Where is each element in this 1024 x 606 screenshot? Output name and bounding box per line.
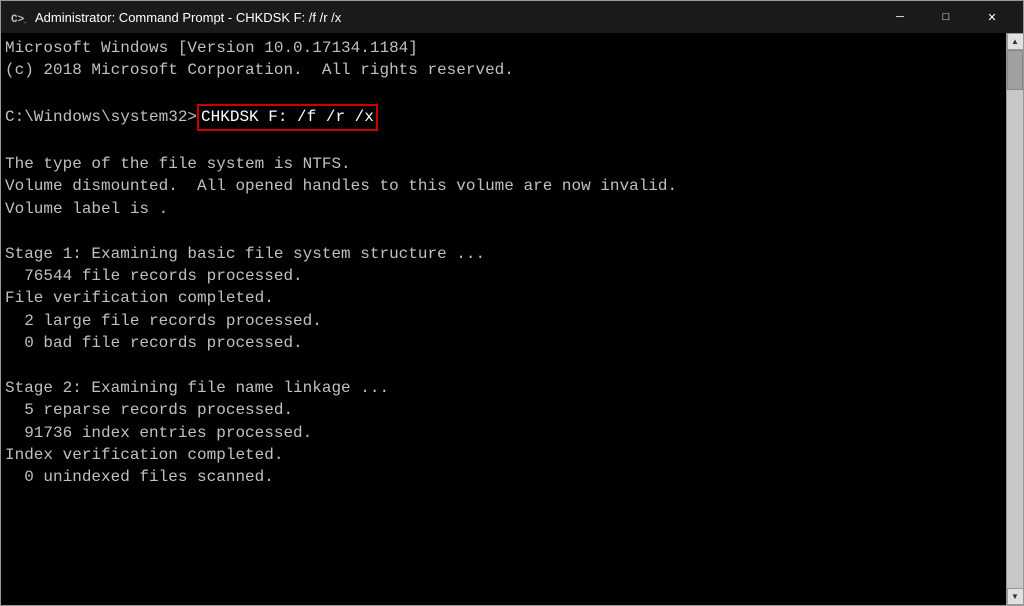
output-line-20: 0 unindexed files scanned. xyxy=(5,466,1002,488)
svg-text:C>_: C>_ xyxy=(11,14,26,25)
window-controls: ─ □ ✕ xyxy=(877,1,1015,33)
output-line-8: Volume label is . xyxy=(5,198,1002,220)
command-text: CHKDSK F: /f /r /x xyxy=(197,104,378,130)
scrollbar[interactable]: ▲ ▼ xyxy=(1006,33,1023,605)
output-line-2: (c) 2018 Microsoft Corporation. All righ… xyxy=(5,59,1002,81)
command-line: C:\Windows\system32>CHKDSK F: /f /r /x xyxy=(5,104,1002,130)
output-line-16: Stage 2: Examining file name linkage ... xyxy=(5,377,1002,399)
close-button[interactable]: ✕ xyxy=(969,1,1015,33)
scroll-up-button[interactable]: ▲ xyxy=(1007,33,1024,50)
prompt: C:\Windows\system32> xyxy=(5,106,197,128)
scroll-down-button[interactable]: ▼ xyxy=(1007,588,1024,605)
scrollbar-thumb[interactable] xyxy=(1007,50,1023,90)
window: C>_ Administrator: Command Prompt - CHKD… xyxy=(0,0,1024,606)
output-line-19: Index verification completed. xyxy=(5,444,1002,466)
output-line-7: Volume dismounted. All opened handles to… xyxy=(5,175,1002,197)
window-title: Administrator: Command Prompt - CHKDSK F… xyxy=(35,10,877,25)
output-line-13: 2 large file records processed. xyxy=(5,310,1002,332)
minimize-button[interactable]: ─ xyxy=(877,1,923,33)
output-line-1: Microsoft Windows [Version 10.0.17134.11… xyxy=(5,37,1002,59)
output-line-10: Stage 1: Examining basic file system str… xyxy=(5,243,1002,265)
terminal-output[interactable]: Microsoft Windows [Version 10.0.17134.11… xyxy=(1,33,1006,605)
output-line-3 xyxy=(5,82,1002,104)
scrollbar-track[interactable] xyxy=(1007,50,1023,588)
output-line-11: 76544 file records processed. xyxy=(5,265,1002,287)
cmd-icon: C>_ xyxy=(9,8,27,26)
title-bar: C>_ Administrator: Command Prompt - CHKD… xyxy=(1,1,1023,33)
output-line-6: The type of the file system is NTFS. xyxy=(5,153,1002,175)
output-line-12: File verification completed. xyxy=(5,287,1002,309)
output-line-15 xyxy=(5,354,1002,376)
output-line-9 xyxy=(5,220,1002,242)
content-area: Microsoft Windows [Version 10.0.17134.11… xyxy=(1,33,1023,605)
output-line-17: 5 reparse records processed. xyxy=(5,399,1002,421)
maximize-button[interactable]: □ xyxy=(923,1,969,33)
output-line-5 xyxy=(5,131,1002,153)
output-line-14: 0 bad file records processed. xyxy=(5,332,1002,354)
output-line-18: 91736 index entries processed. xyxy=(5,422,1002,444)
